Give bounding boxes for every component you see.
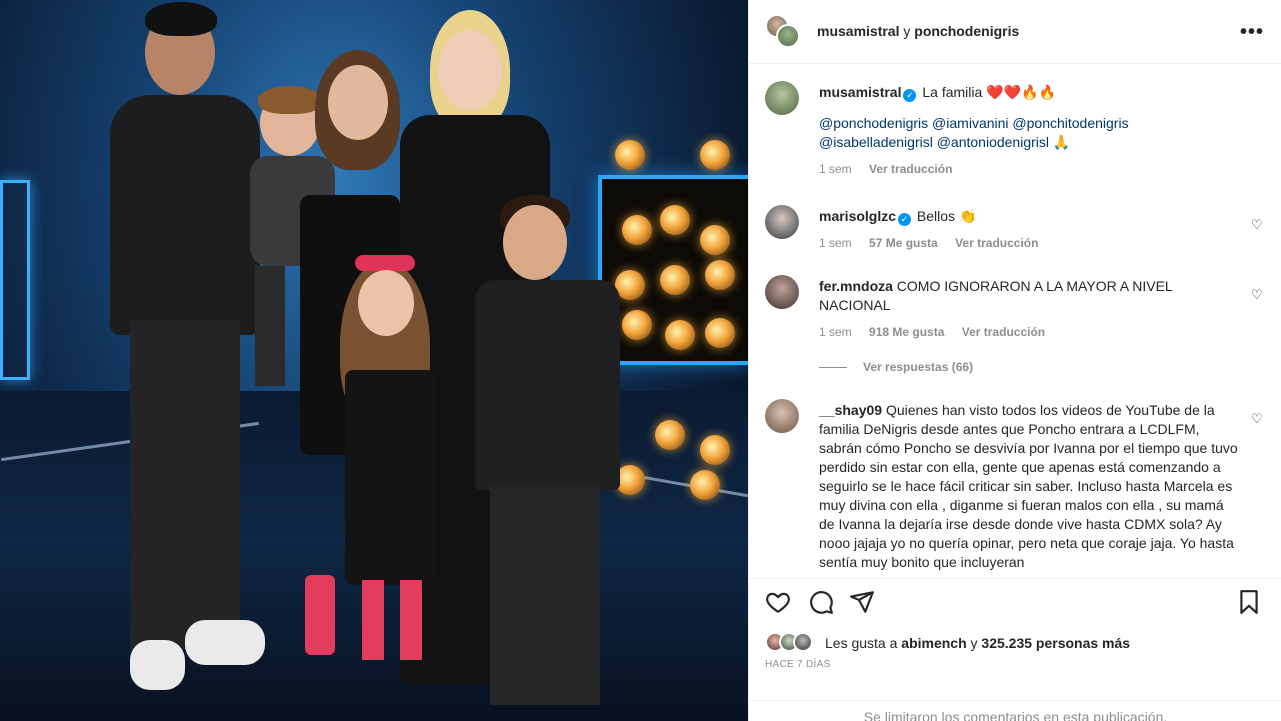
- author-link[interactable]: musamistral: [817, 23, 899, 39]
- likes-text: Les gusta a abimench y 325.235 personas …: [825, 635, 1130, 651]
- stage-bulb: [700, 140, 730, 170]
- comments-list[interactable]: musamistral ✓ La familia ❤️❤️🔥🔥 @ponchode…: [749, 65, 1281, 573]
- comment-text: Quienes han visto todos los videos de Yo…: [819, 402, 1238, 570]
- comment-item: __shay09 Quienes han visto todos los vid…: [765, 399, 1265, 573]
- stage-bulb: [660, 205, 690, 235]
- view-replies-label: Ver respuestas (66): [863, 360, 974, 374]
- stage-bulb: [655, 420, 685, 450]
- caption-time[interactable]: 1 sem: [819, 162, 852, 176]
- comment-like-count[interactable]: 918 Me gusta: [869, 325, 944, 339]
- caption-mentions[interactable]: @isabelladenigrisl @antoniodenigrisl 🙏: [819, 133, 1239, 152]
- comment-time[interactable]: 1 sem: [819, 325, 852, 339]
- stage-bulb: [700, 225, 730, 255]
- likes-prefix: Les gusta a: [825, 635, 898, 651]
- more-horizontal-icon[interactable]: •••: [1240, 22, 1264, 42]
- comment-bubble-icon[interactable]: [808, 589, 834, 615]
- post-date[interactable]: HACE 7 DÍAS: [765, 659, 831, 670]
- comment-username[interactable]: __shay09: [819, 402, 882, 418]
- stage-bulb: [622, 310, 652, 340]
- stage-bulb: [615, 140, 645, 170]
- avatar[interactable]: [765, 81, 799, 115]
- person-little-girl: [330, 250, 450, 700]
- caption-mentions[interactable]: @ponchodenigris @iamivanini @ponchitoden…: [819, 114, 1239, 133]
- comment-time[interactable]: 1 sem: [819, 236, 852, 250]
- comment-like-count[interactable]: 57 Me gusta: [869, 236, 938, 250]
- author-link[interactable]: ponchodenigris: [914, 23, 1019, 39]
- avatar: [793, 632, 813, 652]
- stage-bulb: [705, 318, 735, 348]
- like-comment-heart-icon[interactable]: ♡: [1251, 217, 1265, 232]
- like-comment-heart-icon[interactable]: ♡: [1251, 287, 1265, 302]
- stage-screen-frame: [0, 180, 30, 380]
- comment-username[interactable]: fer.mndoza: [819, 278, 893, 294]
- save-bookmark-icon[interactable]: [1236, 589, 1262, 615]
- post-photo[interactable]: [0, 0, 748, 721]
- post-authors: musamistral y ponchodenigris: [817, 23, 1019, 39]
- comment-item: fer.mndoza COMO IGNORARON A LA MAYOR A N…: [765, 275, 1265, 345]
- avatar[interactable]: [765, 205, 799, 239]
- caption-username[interactable]: musamistral: [819, 84, 901, 100]
- replies-divider: [819, 367, 847, 369]
- caption: musamistral ✓ La familia ❤️❤️🔥🔥 @ponchode…: [765, 81, 1265, 191]
- liker-username[interactable]: abimench: [901, 635, 966, 651]
- like-comment-heart-icon[interactable]: ♡: [1251, 411, 1265, 426]
- see-translation-link[interactable]: Ver traducción: [869, 162, 952, 176]
- share-send-icon[interactable]: [849, 589, 875, 615]
- authors-conjunction: y: [903, 23, 911, 39]
- caption-emoji: ❤️❤️🔥🔥: [986, 84, 1056, 100]
- comment-text: Bellos 👏: [916, 208, 977, 224]
- see-translation-link[interactable]: Ver traducción: [955, 236, 1038, 250]
- stage-bulb: [622, 215, 652, 245]
- view-replies-button[interactable]: Ver respuestas (66): [819, 360, 973, 374]
- avatar[interactable]: [765, 275, 799, 309]
- see-translation-link[interactable]: Ver traducción: [962, 325, 1045, 339]
- avatar[interactable]: [765, 399, 799, 433]
- comment-username[interactable]: marisolglzc: [819, 208, 896, 224]
- post-action-bar: [749, 578, 1281, 622]
- likes-conjunction: y: [970, 635, 978, 651]
- stage-bulb: [705, 260, 735, 290]
- collab-avatars[interactable]: [765, 14, 803, 50]
- post-header: musamistral y ponchodenigris •••: [749, 0, 1281, 64]
- caption-text: La familia: [922, 84, 983, 100]
- stage-bulb: [665, 320, 695, 350]
- verified-badge-icon: ✓: [898, 213, 912, 226]
- like-heart-icon[interactable]: [765, 589, 791, 615]
- verified-badge-icon: ✓: [903, 89, 917, 102]
- comment-item: marisolglzc ✓ Bellos 👏 1 sem 57 Me gusta …: [765, 205, 1265, 255]
- likes-count[interactable]: 325.235 personas más: [981, 635, 1130, 651]
- stage-bulb: [660, 265, 690, 295]
- person-boy-suit: [465, 195, 625, 715]
- comments-limited-notice: Se limitaron los comentarios en esta pub…: [749, 700, 1281, 721]
- avatar[interactable]: [776, 24, 800, 48]
- stage-bulb: [700, 435, 730, 465]
- stage-bulb: [690, 470, 720, 500]
- post-side-panel: musamistral y ponchodenigris ••• musamis…: [748, 0, 1281, 721]
